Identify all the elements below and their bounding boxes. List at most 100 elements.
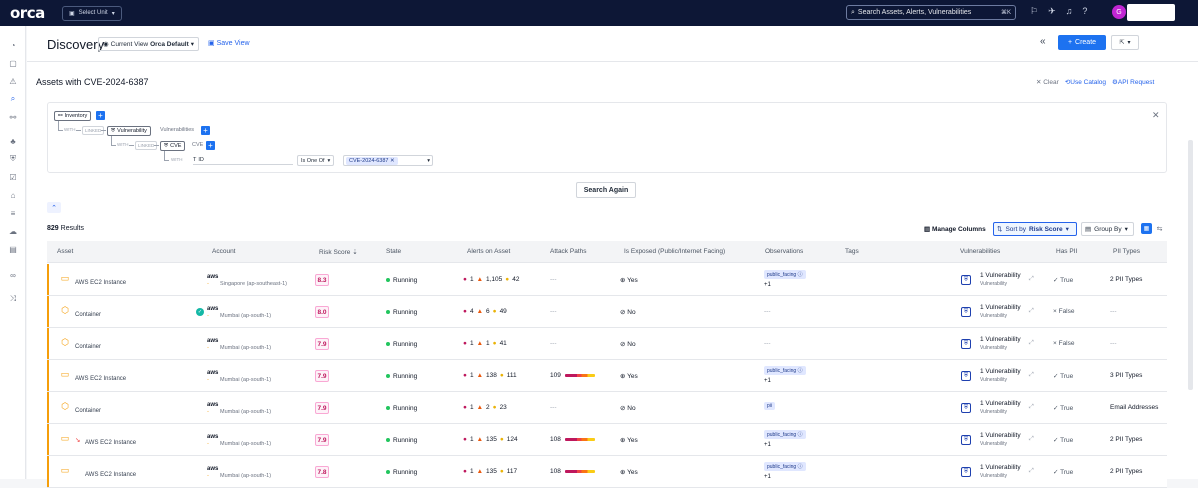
collapse-query-icon[interactable]: ⌃ <box>47 202 61 213</box>
attack-paths[interactable]: 109 <box>550 372 595 379</box>
database-icon[interactable]: ≡ <box>8 208 18 218</box>
observations-more[interactable]: +1 <box>764 474 771 480</box>
attack-paths[interactable]: --- <box>550 340 557 347</box>
expand-icon[interactable]: ⤢ <box>1029 340 1034 347</box>
alerts-on-asset[interactable]: ● 1 ▲ 1,105 ● 42 <box>463 276 522 283</box>
vulnerability-count[interactable]: 1 Vulnerability <box>980 336 1021 343</box>
help-icon[interactable]: ? <box>1082 6 1087 17</box>
alerts-on-asset[interactable]: ● 4 ▲ 6 ● 49 <box>463 308 510 315</box>
asset-name[interactable]: Container <box>75 344 101 350</box>
alerts-on-asset[interactable]: ● 1 ▲ 135 ● 117 <box>463 468 520 475</box>
asset-name[interactable]: AWS EC2 Instance <box>85 472 136 478</box>
col-alerts[interactable]: Alerts on Asset <box>467 248 510 255</box>
tag-icon[interactable]: ⌂ <box>8 190 18 200</box>
col-observations[interactable]: Observations <box>765 248 803 255</box>
alerts-on-asset[interactable]: ● 1 ▲ 1 ● 41 <box>463 340 510 347</box>
bell-icon[interactable]: ♫ <box>1066 6 1073 17</box>
observations-more[interactable]: +1 <box>764 282 771 288</box>
clear-button[interactable]: ✕ Clear <box>1036 78 1059 86</box>
observation-tag[interactable]: public_facing ⓘ <box>764 270 806 279</box>
add-vulnerability-condition-button[interactable]: + <box>201 126 210 135</box>
asset-name[interactable]: Container <box>75 408 101 414</box>
global-search-input[interactable]: ⌕ Search Assets, Alerts, Vulnerabilities… <box>846 5 1016 20</box>
table-row[interactable]: ▭ AWS EC2 Instance aws ⌣ Mumbai (ap-south-1)… <box>47 456 1167 488</box>
observations-more[interactable]: +1 <box>764 442 771 448</box>
expand-icon[interactable]: ⤢ <box>1029 404 1034 411</box>
col-asset[interactable]: Asset <box>57 248 73 255</box>
table-row[interactable]: ▭ ↘ AWS EC2 Instance aws ⌣ Mumbai (ap-south-1… <box>47 424 1167 456</box>
table-row[interactable]: ▭ AWS EC2 Instance aws ⌣ Mumbai (ap-south-1)… <box>47 360 1167 392</box>
observation-tag[interactable]: public_facing ⓘ <box>764 430 806 439</box>
alerts-on-asset[interactable]: ● 1 ▲ 2 ● 23 <box>463 404 510 411</box>
shield-icon[interactable]: ⛨ <box>8 154 18 164</box>
asset-name[interactable]: AWS EC2 Instance <box>75 376 126 382</box>
expand-icon[interactable]: ⤢ <box>1029 308 1034 315</box>
vulnerability-chip[interactable]: ⛨ Vulnerability <box>107 126 151 136</box>
col-has-pii[interactable]: Has PII <box>1056 248 1077 255</box>
shuffle-icon[interactable]: ⤨ <box>8 294 18 304</box>
col-state[interactable]: State <box>386 248 401 255</box>
attack-paths[interactable]: 108 <box>550 468 595 475</box>
asset-name[interactable]: AWS EC2 Instance <box>85 440 136 446</box>
layout-icon[interactable]: ▢ <box>8 58 18 68</box>
vulnerability-count[interactable]: 1 Vulnerability <box>980 400 1021 407</box>
vulnerability-count[interactable]: 1 Vulnerability <box>980 432 1021 439</box>
observation-tag[interactable]: public_facing ⓘ <box>764 462 806 471</box>
report-icon[interactable]: ▤ <box>8 244 18 254</box>
table-row[interactable]: ⬡ Container ✓ aws ⌣ Mumbai (ap-south-1) 8.0 Run… <box>47 296 1167 328</box>
col-risk-score[interactable]: Risk Score ⇣ <box>319 248 358 256</box>
api-request-link[interactable]: ⚙API Request <box>1112 78 1154 86</box>
attack-paths[interactable]: 108 <box>550 436 595 443</box>
group-by-dropdown[interactable]: ▤ Group By ▾ <box>1081 222 1134 236</box>
user-menu[interactable] <box>1127 4 1175 21</box>
col-tags[interactable]: Tags <box>845 248 859 255</box>
cve-chip[interactable]: ⛨ CVE <box>160 141 186 151</box>
observation-tag[interactable]: pii <box>764 402 776 410</box>
table-row[interactable]: ⬡ Container aws ⌣ Mumbai (ap-south-1) 7.9 Runn… <box>47 392 1167 424</box>
observations-more[interactable]: +1 <box>764 378 771 384</box>
operator-select[interactable]: Is One Of ▾ <box>297 155 335 166</box>
flag-icon[interactable]: ⚐ <box>1030 6 1038 17</box>
col-pii-types[interactable]: PII Types <box>1113 248 1140 255</box>
asset-name[interactable]: AWS EC2 Instance <box>75 280 126 286</box>
vulnerability-count[interactable]: 1 Vulnerability <box>980 464 1021 471</box>
asset-name[interactable]: Container <box>75 312 101 318</box>
col-account[interactable]: Account <box>212 248 236 255</box>
infinity-icon[interactable]: ∞ <box>8 270 18 280</box>
export-dropdown[interactable]: ⇱ ▾ <box>1111 35 1139 50</box>
network-icon[interactable]: ♣ <box>8 136 18 146</box>
scrollbar[interactable] <box>1188 140 1193 390</box>
vulnerability-count[interactable]: 1 Vulnerability <box>980 304 1021 311</box>
sort-by-dropdown[interactable]: ⇅ Sort by Risk Score ▾ <box>993 222 1077 236</box>
remove-tag-icon[interactable]: ✕ <box>390 158 395 164</box>
col-vulnerabilities[interactable]: Vulnerabilities <box>960 248 1000 255</box>
vulnerability-count[interactable]: 1 Vulnerability <box>980 368 1021 375</box>
discovery-search-icon[interactable]: ⌕ <box>8 94 18 104</box>
attack-paths[interactable]: --- <box>550 276 557 283</box>
collapse-icon[interactable]: « <box>1040 36 1046 47</box>
select-unit-dropdown[interactable]: ▣ Select Unit ▾ <box>62 5 122 21</box>
inventory-chip[interactable]: ⚯ Inventory <box>54 111 92 121</box>
table-row[interactable]: ⬡ Container aws ⌣ Mumbai (ap-south-1) 7.9 Runn… <box>47 328 1167 360</box>
id-field-select[interactable]: T ID <box>193 155 293 165</box>
attack-paths[interactable]: --- <box>550 308 557 315</box>
checklist-icon[interactable]: ☑ <box>8 172 18 182</box>
col-is-exposed[interactable]: Is Exposed (Public/Internet Facing) <box>624 248 725 255</box>
value-select[interactable]: CVE-2024-6387 ✕ ▾ <box>343 155 433 166</box>
create-button[interactable]: + Create <box>1058 35 1106 50</box>
manage-columns-button[interactable]: ▥ Manage Columns <box>924 225 986 233</box>
observation-tag[interactable]: public_facing ⓘ <box>764 366 806 375</box>
expand-icon[interactable]: ⤢ <box>1029 468 1034 475</box>
vulnerability-count[interactable]: 1 Vulnerability <box>980 272 1021 279</box>
add-cve-condition-button[interactable]: + <box>206 141 215 150</box>
graph-icon[interactable]: ⚯ <box>8 112 18 122</box>
dashboard-icon[interactable]: ◔ <box>8 40 18 50</box>
expand-icon[interactable]: ⤢ <box>1029 436 1034 443</box>
avatar[interactable]: G <box>1112 5 1126 19</box>
rocket-icon[interactable]: ✈ <box>1048 6 1056 17</box>
search-again-button[interactable]: Search Again <box>576 182 636 198</box>
close-icon[interactable]: ✕ <box>1152 110 1160 121</box>
table-row[interactable]: ▭ AWS EC2 Instance aws ⌣ Singapore (ap-south… <box>47 264 1167 296</box>
alerts-on-asset[interactable]: ● 1 ▲ 135 ● 124 <box>463 436 521 443</box>
add-inventory-condition-button[interactable]: + <box>96 111 105 120</box>
